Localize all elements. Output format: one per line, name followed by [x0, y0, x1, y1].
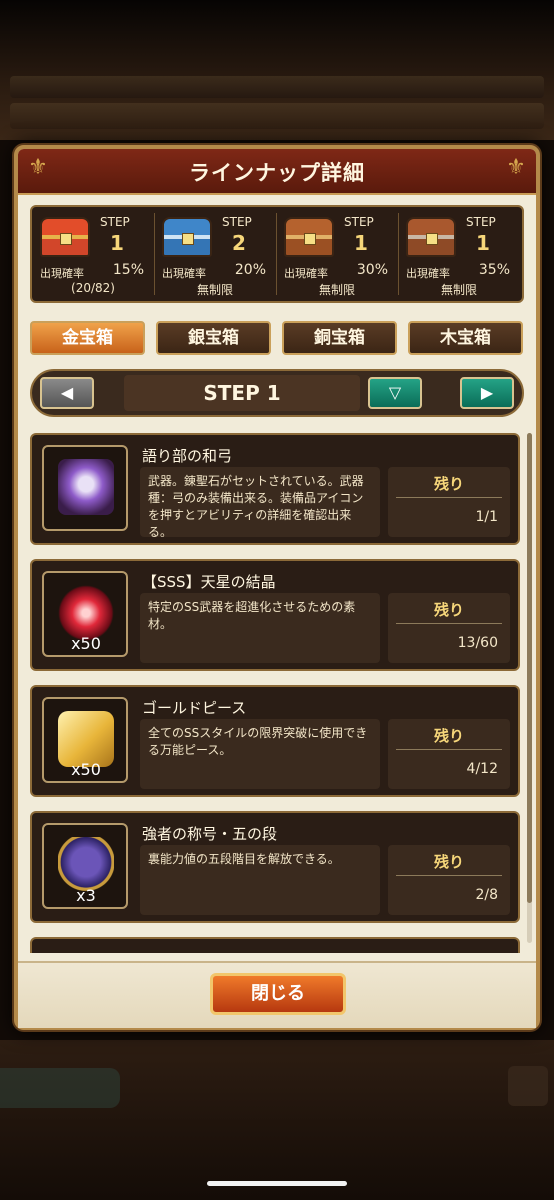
- gold-chest-icon: [40, 217, 90, 257]
- background-status-bar: [10, 76, 544, 98]
- rate-value: 15%: [112, 262, 144, 278]
- rate-value: 20%: [234, 262, 266, 278]
- background-tab-bar: [10, 103, 544, 129]
- step-summary-silver: STEP 2 出現確率 20% 無制限: [158, 211, 272, 297]
- tab-wood-chest[interactable]: 木宝箱: [408, 321, 523, 355]
- tab-silver-chest[interactable]: 銀宝箱: [156, 321, 271, 355]
- step-label: STEP: [466, 215, 496, 229]
- item-name: 語り部の和弓: [142, 447, 233, 465]
- divider: [396, 497, 502, 498]
- lineup-modal: ⚜ ラインナップ詳細 ⚜ STEP 1 出現確率 15% (20/82) STE…: [14, 145, 540, 1030]
- remaining-label: 残り: [433, 853, 464, 871]
- step-title: STEP 1: [124, 375, 360, 411]
- silver-chest-icon: [162, 217, 212, 257]
- item-icon-frame[interactable]: x3: [42, 823, 128, 909]
- bow-weapon-icon: [58, 459, 114, 515]
- close-button[interactable]: 閉じる: [210, 973, 346, 1015]
- gold-piece-icon: [58, 711, 114, 767]
- remaining-count: 1/1: [475, 509, 498, 525]
- divider: [396, 875, 502, 876]
- item-quantity: x50: [71, 634, 101, 653]
- item-description: 裏能力値の五段階目を解放できる。: [140, 845, 380, 915]
- step-summary-bronze: STEP 1 出現確率 30% 無制限: [280, 211, 394, 297]
- tab-bronze-chest[interactable]: 銅宝箱: [282, 321, 397, 355]
- item-list[interactable]: 語り部の和弓 武器。錬聖石がセットされている。武器種：弓のみ装備出来る。装備品ア…: [30, 433, 524, 953]
- step-number: 1: [476, 231, 490, 255]
- list-item[interactable]: [30, 937, 520, 953]
- background-menu-button: [508, 1066, 548, 1106]
- remaining-box: 残り 1/1: [388, 467, 510, 537]
- remaining-count: 13/60: [457, 635, 498, 651]
- divider: [398, 213, 399, 295]
- rate-limit: 無制限: [440, 283, 477, 297]
- item-icon-frame[interactable]: x50: [42, 571, 128, 657]
- bronze-chest-icon: [284, 217, 334, 257]
- divider: [154, 213, 155, 295]
- list-item[interactable]: 語り部の和弓 武器。錬聖石がセットされている。武器種：弓のみ装備出来る。装備品ア…: [30, 433, 520, 545]
- list-scrollbar[interactable]: [527, 433, 532, 943]
- remaining-label: 残り: [433, 727, 464, 745]
- scroll-thumb[interactable]: [527, 433, 532, 903]
- item-quantity: x50: [71, 760, 101, 779]
- step-summary-wood: STEP 1 出現確率 35% 無制限: [402, 211, 516, 297]
- step-summary: STEP 1 出現確率 15% (20/82) STEP 2 出現確率 20% …: [30, 205, 524, 303]
- rate-limit: (20/82): [71, 281, 115, 295]
- item-name: 【SSS】天星の結晶: [142, 573, 276, 591]
- step-number: 1: [354, 231, 368, 255]
- item-name: 強者の称号・五の段: [142, 825, 278, 843]
- item-name: ゴールドピース: [142, 699, 247, 717]
- list-item[interactable]: x50 【SSS】天星の結晶 特定のSS武器を超進化させるための素材。 残り 1…: [30, 559, 520, 671]
- background-back-button: [0, 1068, 120, 1108]
- item-icon-frame[interactable]: x50: [42, 697, 128, 783]
- remaining-count: 4/12: [466, 761, 498, 777]
- item-description: 特定のSS武器を超進化させるための素材。: [140, 593, 380, 663]
- step-summary-gold: STEP 1 出現確率 15% (20/82): [36, 211, 150, 297]
- home-indicator: [207, 1181, 347, 1186]
- step-number: 2: [232, 231, 246, 255]
- modal-title: ラインナップ詳細: [189, 161, 365, 185]
- red-crystal-icon: [58, 585, 114, 641]
- rate-value: 35%: [478, 262, 510, 278]
- divider: [396, 749, 502, 750]
- remaining-label: 残り: [433, 475, 464, 493]
- chest-tabs: 金宝箱 銀宝箱 銅宝箱 木宝箱: [30, 321, 524, 357]
- rate-label: 出現確率: [284, 267, 328, 280]
- background-bottom: [0, 1040, 554, 1200]
- fleur-icon: ⚜: [506, 155, 526, 180]
- step-label: STEP: [344, 215, 374, 229]
- item-description: 全てのSSスタイルの限界突破に使用できる万能ピース。: [140, 719, 380, 789]
- divider: [276, 213, 277, 295]
- modal-footer: 閉じる: [18, 961, 536, 1028]
- step-dropdown-button[interactable]: ▽: [368, 377, 422, 409]
- rate-limit: 無制限: [196, 283, 233, 297]
- step-number: 1: [110, 231, 124, 255]
- remaining-count: 2/8: [475, 887, 498, 903]
- list-item[interactable]: x3 強者の称号・五の段 裏能力値の五段階目を解放できる。 残り 2/8: [30, 811, 520, 923]
- remaining-label: 残り: [433, 601, 464, 619]
- rate-label: 出現確率: [162, 267, 206, 280]
- modal-header: ⚜ ラインナップ詳細 ⚜: [18, 149, 536, 195]
- divider: [396, 623, 502, 624]
- list-item[interactable]: x50 ゴールドピース 全てのSSスタイルの限界突破に使用できる万能ピース。 残…: [30, 685, 520, 797]
- tab-gold-chest[interactable]: 金宝箱: [30, 321, 145, 355]
- item-quantity: x3: [76, 886, 96, 905]
- step-label: STEP: [222, 215, 252, 229]
- rate-label: 出現確率: [406, 267, 450, 280]
- item-icon-frame[interactable]: [42, 445, 128, 531]
- rate-label: 出現確率: [40, 267, 84, 280]
- remaining-box: 残り 13/60: [388, 593, 510, 663]
- remaining-box: 残り 2/8: [388, 845, 510, 915]
- step-label: STEP: [100, 215, 130, 229]
- rate-limit: 無制限: [318, 283, 355, 297]
- item-description: 武器。錬聖石がセットされている。武器種：弓のみ装備出来る。装備品アイコンを押すと…: [140, 467, 380, 539]
- rate-value: 30%: [356, 262, 388, 278]
- step-navigation: ◀ STEP 1 ▽ ▶: [30, 369, 524, 417]
- emblem-five-icon: [58, 837, 114, 893]
- remaining-box: 残り 4/12: [388, 719, 510, 789]
- wood-chest-icon: [406, 217, 456, 257]
- prev-step-button[interactable]: ◀: [40, 377, 94, 409]
- next-step-button[interactable]: ▶: [460, 377, 514, 409]
